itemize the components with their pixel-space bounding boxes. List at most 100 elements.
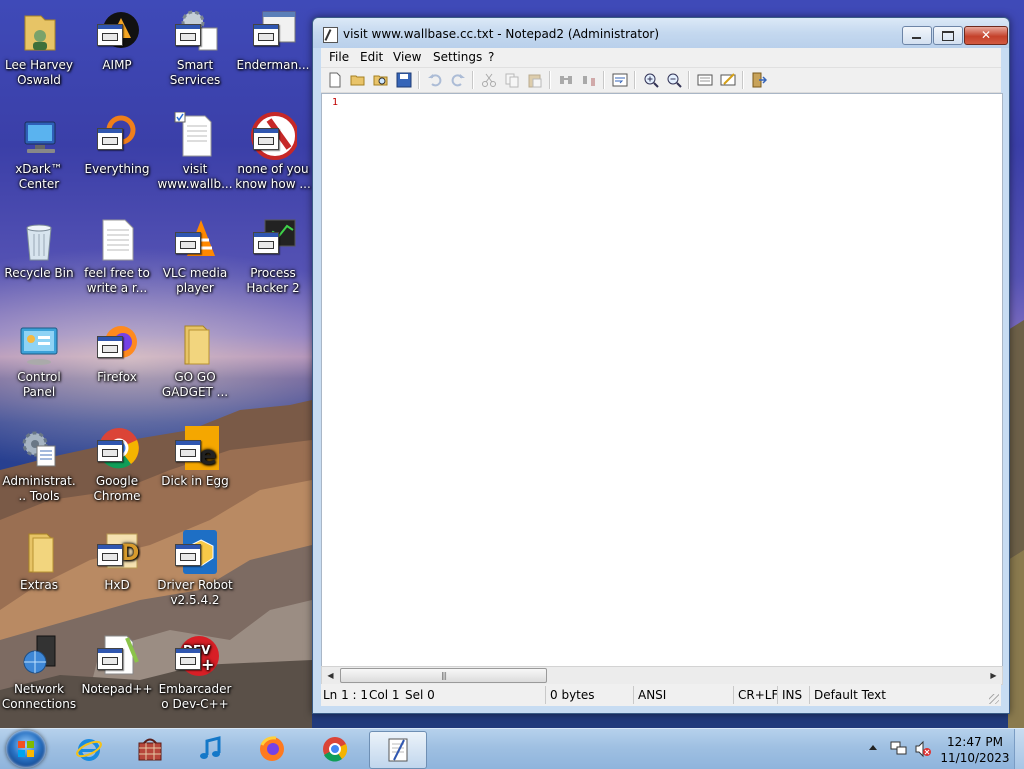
hxd-icon: D [93,528,141,576]
desktop-icon-hxd[interactable]: D HxD [79,528,155,593]
firefox-icon [93,320,141,368]
desktop-icon-xdark-center[interactable]: xDark™ Center [1,112,77,192]
minimize-button[interactable] [902,26,932,45]
red-circle-app-icon [249,112,299,160]
desktop-icon-feel-free[interactable]: feel free to write a r... [79,216,155,296]
aimp-icon [93,8,141,56]
svg-text:D: D [121,541,139,566]
undo-icon[interactable] [427,72,443,88]
scheme-icon[interactable] [697,72,713,88]
menu-view[interactable]: View [391,50,423,64]
system-clock[interactable]: 12:47 PM 11/10/2023 [932,734,1018,766]
scroll-right-icon[interactable]: ▶ [985,667,1002,684]
status-mode: INS [782,688,803,702]
taskbar: 12:47 PM 11/10/2023 [0,728,1024,769]
hamper-app-icon [138,738,162,761]
desktop-icon-none-of-you[interactable]: none of you know how ... [235,112,311,192]
admin-tools-icon [15,424,63,472]
desktop-icon-aimp[interactable]: AIMP [79,8,155,73]
desktop-icon-recycle-bin[interactable]: Recycle Bin [1,216,77,281]
show-hidden-icons-icon[interactable] [868,742,878,754]
desktop-icon-control-panel[interactable]: Control Panel [1,320,77,400]
devcpp-icon: DEV+ [171,632,219,680]
start-button[interactable] [6,730,46,768]
menu-edit[interactable]: Edit [358,50,385,64]
menu-help[interactable]: ? [486,50,496,64]
desktop-icon-dev-cpp[interactable]: DEV+ Embarcadero Dev-C++ [157,632,233,712]
network-tray-icon[interactable] [890,740,908,758]
open-folder-icon[interactable] [350,72,366,88]
exit-icon[interactable] [751,72,767,88]
folder-icon [15,528,63,576]
text-file-icon [171,111,219,160]
process-hacker-icon [249,216,297,264]
desktop-icon-driver-robot[interactable]: Driver Robot v2.5.4.2 [157,528,233,608]
desktop-icon-extras[interactable]: Extras [1,528,77,593]
status-col: Col 1 [369,688,400,702]
status-position: Ln 1 : 1 [323,688,369,702]
taskbar-notepad2[interactable] [369,731,427,769]
window-title: visit www.wallbase.cc.txt - Notepad2 (Ad… [343,27,660,41]
chrome-icon [323,737,348,762]
egg-app-icon: e [171,424,219,472]
desktop-icon-go-go-gadget[interactable]: GO GO GADGET ... [157,320,233,400]
status-scheme[interactable]: Default Text [814,688,886,702]
desktop-icon-visit-wallbase[interactable]: visit www.wallb... [157,111,233,192]
notepad2-window[interactable]: visit www.wallbase.cc.txt - Notepad2 (Ad… [312,17,1010,714]
vlc-icon [171,216,219,264]
line-number: 1 [332,97,339,108]
desktop-icon-notepadpp[interactable]: Notepad++ [79,632,155,697]
notepad2-icon [388,738,408,762]
clock-date: 11/10/2023 [940,751,1010,765]
desktop-icon-smart-services[interactable]: Smart Services [157,8,233,88]
customize-schemes-icon[interactable] [720,72,736,88]
browse-icon[interactable] [373,72,389,88]
zoom-out-icon[interactable] [666,72,682,88]
close-button[interactable] [964,26,1008,45]
resize-grip[interactable] [989,694,999,704]
desktop-icon-vlc[interactable]: VLC media player [157,216,233,296]
find-icon[interactable] [558,72,574,88]
scroll-left-icon[interactable]: ◀ [322,667,339,684]
taskbar-hamper-app[interactable] [122,731,178,767]
redo-icon[interactable] [450,72,466,88]
chrome-icon [93,424,141,472]
desktop-icon-network-connections[interactable]: Network Connections [1,632,77,712]
volume-muted-icon[interactable] [914,740,932,758]
taskbar-firefox[interactable] [244,731,300,767]
desktop-icon-google-chrome[interactable]: Google Chrome [79,424,155,504]
copy-icon[interactable] [504,72,520,88]
desktop-icon-enderman[interactable]: Enderman... [235,8,311,73]
text-editor[interactable]: 1 [321,93,1003,668]
zoom-in-icon[interactable] [643,72,659,88]
taskbar-chrome[interactable] [307,731,363,767]
desktop-icon-administrative-tools[interactable]: Administrat... Tools [1,424,77,504]
taskbar-music-player[interactable] [183,731,239,767]
maximize-button[interactable] [933,26,963,45]
scrollbar-thumb[interactable] [340,668,547,683]
paste-icon[interactable] [527,72,543,88]
computer-icon [15,112,63,160]
status-line-ending[interactable]: CR+LF [738,688,778,702]
menu-file[interactable]: File [327,50,351,64]
cut-icon[interactable] [481,72,497,88]
show-desktop-button[interactable] [1014,729,1024,769]
status-encoding[interactable]: ANSI [638,688,666,702]
desktop-icon-dick-in-egg[interactable]: e Dick in Egg [157,424,233,489]
new-file-icon[interactable] [327,72,343,88]
notepad2-app-icon [323,27,338,43]
network-icon [15,632,63,680]
horizontal-scrollbar[interactable]: ◀ ▶ [321,666,1003,685]
control-panel-icon [15,320,63,368]
replace-icon[interactable] [581,72,597,88]
taskbar-internet-explorer[interactable] [61,731,117,767]
title-bar[interactable]: visit www.wallbase.cc.txt - Notepad2 (Ad… [313,18,1009,48]
save-icon[interactable] [396,72,412,88]
menu-settings[interactable]: Settings [431,50,484,64]
desktop-icon-everything[interactable]: Everything [79,112,155,177]
desktop-icon-process-hacker[interactable]: Process Hacker 2 [235,216,311,296]
status-size: 0 bytes [550,688,595,702]
word-wrap-icon[interactable] [612,72,628,88]
desktop-icon-lee-harvey-oswald[interactable]: Lee Harvey Oswald [1,8,77,88]
desktop-icon-firefox[interactable]: Firefox [79,320,155,385]
